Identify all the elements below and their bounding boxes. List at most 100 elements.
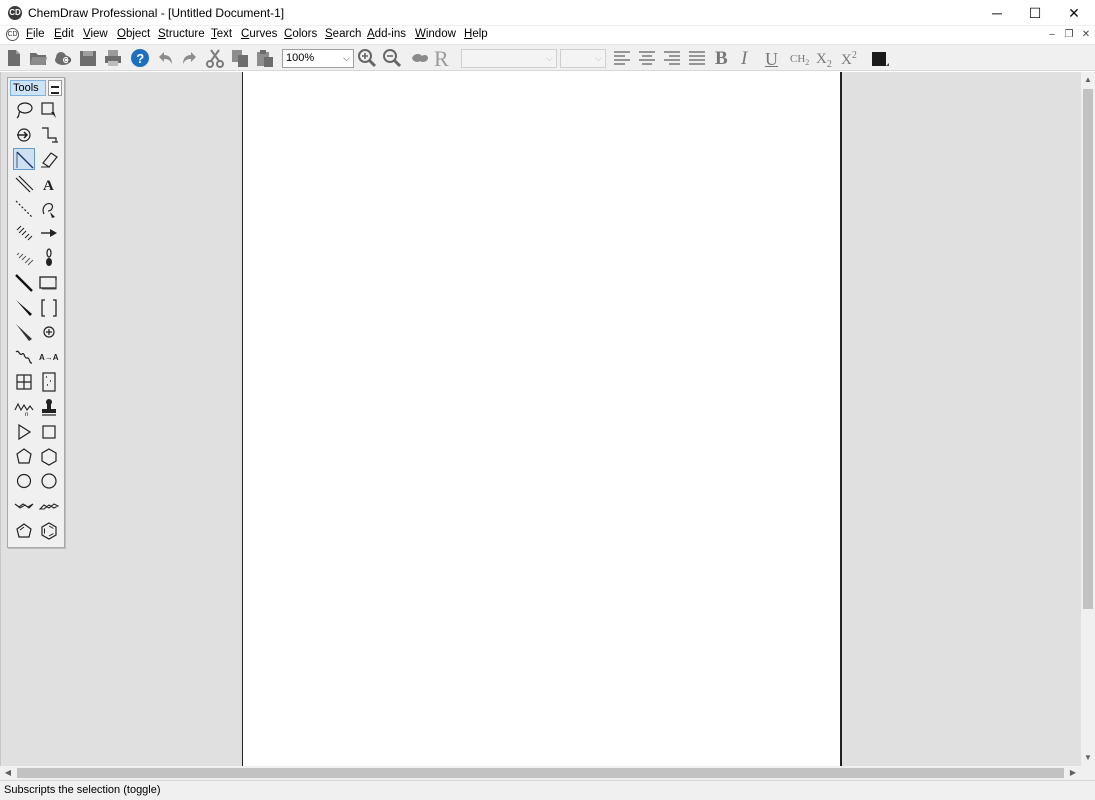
scroll-left-arrow-icon[interactable]: ◀ bbox=[0, 766, 16, 780]
document-system-menu-icon[interactable]: CD bbox=[6, 28, 19, 41]
paste-icon[interactable] bbox=[255, 48, 275, 68]
scroll-right-arrow-icon[interactable]: ▶ bbox=[1065, 766, 1081, 780]
close-button[interactable]: ✕ bbox=[1055, 0, 1093, 26]
minimize-button[interactable]: ─ bbox=[978, 0, 1016, 26]
benzene-ring-tool-icon[interactable] bbox=[38, 520, 60, 542]
table-tool-icon[interactable] bbox=[13, 371, 35, 393]
align-right-icon[interactable] bbox=[662, 48, 682, 68]
chemdraw-app-icon[interactable]: CD bbox=[8, 6, 22, 20]
scroll-up-arrow-icon[interactable]: ▲ bbox=[1081, 72, 1095, 88]
dashed-bond-tool-icon[interactable] bbox=[13, 198, 35, 220]
zoom-select[interactable]: 100% ⌵ bbox=[282, 49, 354, 68]
hashed-wedge-tool-icon[interactable] bbox=[13, 247, 35, 269]
font-name-select[interactable]: ⌵ bbox=[461, 49, 557, 68]
spectrum-tool-icon[interactable]: n bbox=[13, 396, 35, 418]
wavy-bond-tool-icon[interactable] bbox=[13, 346, 35, 368]
maximize-button[interactable]: ☐ bbox=[1016, 0, 1054, 26]
zoom-in-icon[interactable] bbox=[357, 48, 377, 68]
bond-tool-selected-icon[interactable] bbox=[13, 148, 35, 170]
help-icon[interactable]: ? bbox=[130, 48, 150, 68]
cut-icon[interactable] bbox=[205, 48, 225, 68]
atom-map-tool-icon[interactable]: A→A bbox=[38, 346, 60, 368]
hollow-wedge-tool-icon[interactable] bbox=[13, 321, 35, 343]
triangle-ring-tool-icon[interactable] bbox=[13, 421, 35, 443]
menu-view[interactable]: View bbox=[81, 27, 110, 41]
octagon-ring-tool-icon[interactable] bbox=[38, 470, 60, 492]
vertical-scroll-thumb[interactable] bbox=[1083, 89, 1093, 609]
subscript-button[interactable]: X2 bbox=[816, 48, 838, 70]
lasso-tool-icon[interactable] bbox=[13, 99, 35, 121]
tools-palette-title: Tools bbox=[10, 80, 46, 96]
scroll-down-arrow-icon[interactable]: ▼ bbox=[1081, 750, 1095, 766]
undo-icon[interactable] bbox=[155, 48, 175, 68]
text-tool-icon[interactable]: A bbox=[38, 173, 60, 195]
bold-button[interactable]: B bbox=[715, 48, 735, 70]
pen-tool-icon[interactable] bbox=[38, 198, 60, 220]
font-size-select[interactable]: ⌵ bbox=[560, 49, 606, 68]
menu-edit[interactable]: Edit bbox=[52, 27, 76, 41]
print-icon[interactable] bbox=[103, 48, 123, 68]
cyclohexane-chair-1-tool-icon[interactable] bbox=[13, 495, 35, 517]
clean-structure-icon[interactable] bbox=[410, 48, 430, 68]
arrow-tool-icon[interactable] bbox=[38, 222, 60, 244]
horizontal-scroll-thumb[interactable] bbox=[17, 768, 1064, 778]
menu-window[interactable]: Window bbox=[413, 27, 458, 41]
structure-perspective-tool-icon[interactable] bbox=[13, 124, 35, 146]
hexagon-ring-tool-icon[interactable] bbox=[38, 446, 60, 468]
italic-button[interactable]: I bbox=[741, 48, 759, 70]
square-ring-tool-icon[interactable] bbox=[38, 421, 60, 443]
mdi-minimize-button[interactable]: – bbox=[1045, 29, 1059, 41]
menu-file[interactable]: File bbox=[24, 27, 47, 41]
r-group-button[interactable]: R bbox=[434, 48, 454, 70]
orbital-tool-icon[interactable] bbox=[38, 247, 60, 269]
menu-search[interactable]: Search bbox=[323, 27, 363, 41]
copy-icon[interactable] bbox=[230, 48, 250, 68]
menu-curves[interactable]: Curves bbox=[239, 27, 279, 41]
new-document-icon[interactable] bbox=[4, 48, 24, 68]
formula-button[interactable]: CH2 bbox=[790, 48, 814, 70]
chain-tool-icon[interactable] bbox=[38, 124, 60, 146]
bold-bond-tool-icon[interactable] bbox=[13, 272, 35, 294]
hashed-bond-tool-icon[interactable] bbox=[13, 222, 35, 244]
tools-palette-menu-button[interactable] bbox=[48, 80, 62, 96]
menu-colors[interactable]: Colors bbox=[282, 27, 319, 41]
eraser-tool-icon[interactable] bbox=[38, 148, 60, 170]
color-picker-icon[interactable] bbox=[870, 48, 890, 68]
save-icon[interactable] bbox=[78, 48, 98, 68]
wedge-bond-tool-icon[interactable] bbox=[13, 297, 35, 319]
menu-help[interactable]: Help bbox=[462, 27, 490, 41]
zoom-out-icon[interactable] bbox=[382, 48, 402, 68]
chemical-symbols-tool-icon[interactable] bbox=[38, 321, 60, 343]
document-page-canvas[interactable] bbox=[242, 72, 842, 766]
mdi-restore-button[interactable]: ❐ bbox=[1062, 29, 1076, 41]
status-bar: Subscripts the selection (toggle) bbox=[0, 780, 1095, 800]
align-left-icon[interactable] bbox=[612, 48, 632, 68]
align-center-icon[interactable] bbox=[637, 48, 657, 68]
cyclopentadiene-ring-tool-icon[interactable] bbox=[13, 520, 35, 542]
menu-add-ins[interactable]: Add-ins bbox=[365, 27, 408, 41]
menu-text[interactable]: Text bbox=[209, 27, 234, 41]
tools-palette-header[interactable]: Tools bbox=[10, 80, 62, 96]
underline-button[interactable]: U bbox=[765, 48, 783, 70]
vertical-scrollbar[interactable]: ▲ ▼ bbox=[1081, 72, 1095, 766]
open-folder-icon[interactable] bbox=[28, 48, 48, 68]
pentagon-ring-tool-icon[interactable] bbox=[13, 446, 35, 468]
heptagon-ring-tool-icon[interactable] bbox=[13, 470, 35, 492]
mdi-close-button[interactable]: ✕ bbox=[1079, 29, 1093, 41]
horizontal-scrollbar[interactable]: ◀ ▶ bbox=[0, 766, 1081, 780]
menu-structure[interactable]: Structure bbox=[156, 27, 207, 41]
cyclohexane-chair-2-tool-icon[interactable] bbox=[38, 495, 60, 517]
tlc-plate-tool-icon[interactable] bbox=[38, 371, 60, 393]
templates-stamp-tool-icon[interactable] bbox=[38, 396, 60, 418]
double-bond-tool-icon[interactable] bbox=[13, 173, 35, 195]
menu-object[interactable]: Object bbox=[115, 27, 152, 41]
justify-icon[interactable] bbox=[687, 48, 707, 68]
drawing-elements-tool-icon[interactable] bbox=[38, 272, 60, 294]
cloud-open-icon[interactable]: CD bbox=[53, 48, 73, 68]
menu-bar: CD File Edit View Object Structure Text … bbox=[0, 26, 1095, 44]
document-workspace[interactable] bbox=[0, 72, 1081, 766]
redo-icon[interactable] bbox=[180, 48, 200, 68]
marquee-tool-icon[interactable] bbox=[38, 99, 60, 121]
superscript-button[interactable]: X2 bbox=[841, 45, 863, 68]
brackets-tool-icon[interactable] bbox=[38, 297, 60, 319]
